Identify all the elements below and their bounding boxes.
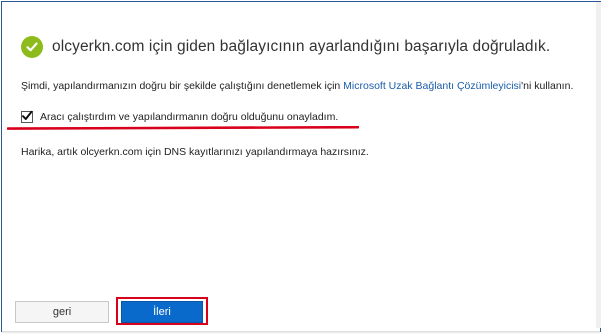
- next-button[interactable]: İleri: [121, 301, 203, 323]
- bottom-shadow: [2, 331, 600, 334]
- remote-connectivity-analyzer-link[interactable]: Microsoft Uzak Bağlantı Çözümleyicisi: [343, 80, 521, 92]
- instruction-text: Şimdi, yapılandırmanızın doğru bir şekil…: [21, 80, 573, 92]
- confirm-checkbox-label[interactable]: Aracı çalıştırdım ve yapılandırmanın doğ…: [40, 111, 338, 123]
- dns-ready-text: Harika, artık olcyerkn.com için DNS kayı…: [21, 146, 369, 158]
- red-annotation-underline: [7, 126, 359, 130]
- confirm-checkbox[interactable]: [21, 110, 33, 123]
- instruction-suffix: 'ni kullanın.: [521, 80, 574, 92]
- back-button[interactable]: geri: [15, 301, 109, 323]
- success-check-icon: [21, 36, 43, 58]
- instruction-prefix: Şimdi, yapılandırmanızın doğru bir şekil…: [21, 80, 344, 92]
- page-title: olcyerkn.com için giden bağlayıcının aya…: [52, 38, 551, 55]
- confirm-row: Aracı çalıştırdım ve yapılandırmanın doğ…: [21, 110, 338, 124]
- success-header: olcyerkn.com için giden bağlayıcının aya…: [21, 34, 550, 60]
- scrollbar-track[interactable]: [596, 2, 601, 328]
